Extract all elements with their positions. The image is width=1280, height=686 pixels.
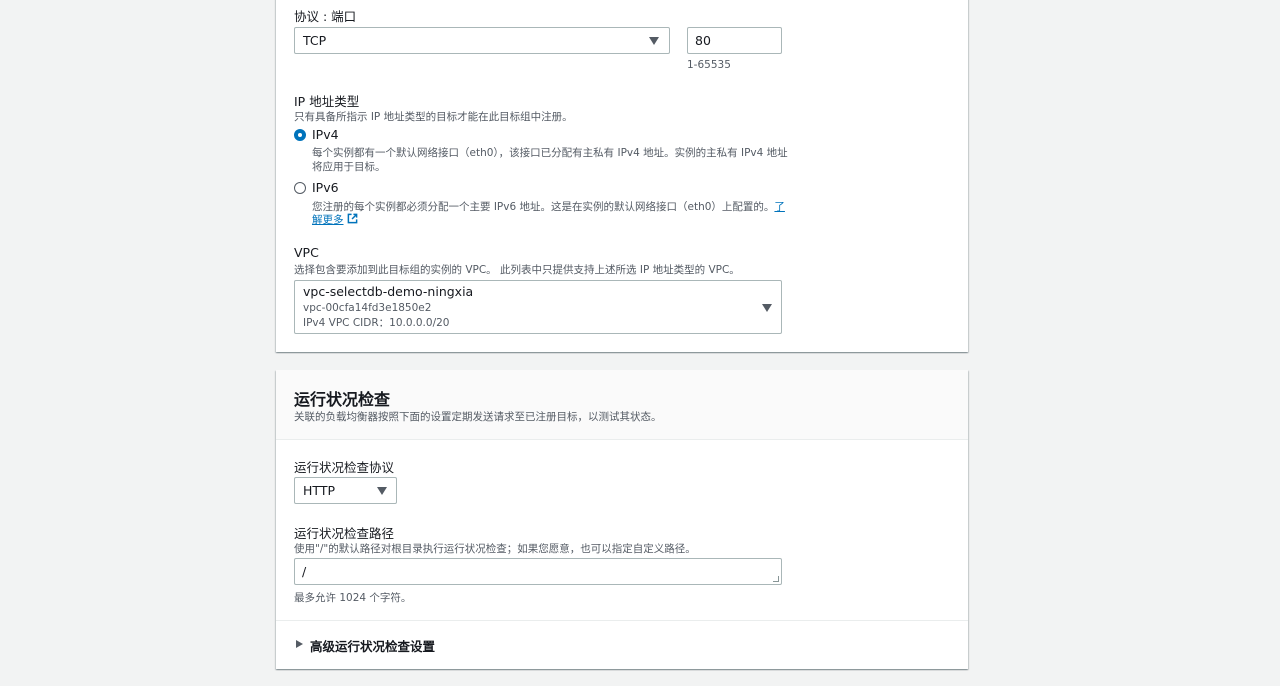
protocol-select[interactable]: TCP: [294, 27, 670, 54]
external-link-icon: [347, 213, 357, 224]
advanced-health-check-expander[interactable]: 高级运行状况检查设置: [294, 636, 494, 654]
caret-right-icon: [296, 640, 303, 648]
ipv6-description: 您注册的每个实例都必须分配一个主要 IPv6 地址。这是在实例的默认网络接口（e…: [312, 199, 785, 214]
health-check-path-value: /: [302, 564, 307, 579]
vpc-description: 选择包含要添加到此目标组的实例的 VPC。 此列表中只提供支持上述所选 IP 地…: [294, 264, 740, 276]
vpc-select-name: vpc-selectdb-demo-ningxia: [303, 284, 474, 299]
health-check-path-input[interactable]: /: [294, 558, 782, 585]
radio-ipv4[interactable]: [294, 129, 306, 141]
vpc-label: VPC: [294, 245, 319, 260]
learn-more-link-part2[interactable]: 解更多: [312, 214, 344, 226]
health-check-header: 运行状况检查 关联的负载均衡器按照下面的设置定期发送请求至已注册目标，以测试其状…: [276, 370, 968, 440]
radio-ipv6[interactable]: [294, 182, 306, 194]
target-group-config-card: 协议 : 端口 TCP 80 1-65535 IP 地址类型 只有具备所指示 I…: [276, 0, 968, 352]
ip-type-description: 只有具备所指示 IP 地址类型的目标才能在此目标组中注册。: [294, 111, 573, 123]
vpc-select-id: vpc-00cfa14fd3e1850e2: [303, 302, 432, 314]
port-hint: 1-65535: [687, 59, 731, 71]
resize-grip-icon[interactable]: [773, 576, 779, 582]
ip-type-label: IP 地址类型: [294, 94, 360, 109]
port-input[interactable]: 80: [687, 27, 782, 54]
port-input-value: 80: [695, 33, 711, 48]
health-check-protocol-value: HTTP: [303, 483, 335, 498]
ipv4-description-line2: 将应用于目标。: [312, 161, 386, 173]
ipv4-description-line1: 每个实例都有一个默认网络接口（eth0），该接口已分配有主私有 IPv4 地址。…: [312, 147, 788, 159]
radio-ipv6-label[interactable]: IPv6: [312, 180, 339, 195]
health-check-path-hint: 最多允许 1024 个字符。: [294, 592, 412, 604]
health-check-protocol-label: 运行状况检查协议: [294, 460, 395, 475]
vpc-select-cidr: IPv4 VPC CIDR：10.0.0.0/20: [303, 317, 450, 329]
advanced-health-check-label[interactable]: 高级运行状况检查设置: [310, 636, 435, 655]
learn-more-link[interactable]: 解更多: [312, 212, 358, 227]
radio-ipv4-label[interactable]: IPv4: [312, 127, 339, 142]
health-check-path-description: 使用"/"的默认路径对根目录执行运行状况检查；如果您愿意，也可以指定自定义路径。: [294, 543, 696, 555]
protocol-port-label: 协议 : 端口: [294, 9, 357, 24]
health-check-card: 运行状况检查 关联的负载均衡器按照下面的设置定期发送请求至已注册目标，以测试其状…: [276, 370, 968, 669]
health-check-protocol-select[interactable]: HTTP: [294, 477, 397, 504]
caret-down-icon: [649, 37, 659, 45]
learn-more-link-part1[interactable]: 了: [774, 201, 785, 213]
health-check-description: 关联的负载均衡器按照下面的设置定期发送请求至已注册目标，以测试其状态。: [294, 411, 662, 423]
protocol-select-value: TCP: [303, 33, 327, 48]
divider: [276, 620, 968, 621]
caret-down-icon: [377, 487, 387, 495]
caret-down-icon: [762, 304, 772, 312]
health-check-path-label: 运行状况检查路径: [294, 526, 395, 541]
health-check-title: 运行状况检查: [294, 390, 391, 409]
vpc-select[interactable]: vpc-selectdb-demo-ningxia vpc-00cfa14fd3…: [294, 280, 782, 334]
ipv6-description-text: 您注册的每个实例都必须分配一个主要 IPv6 地址。这是在实例的默认网络接口（e…: [312, 201, 775, 213]
